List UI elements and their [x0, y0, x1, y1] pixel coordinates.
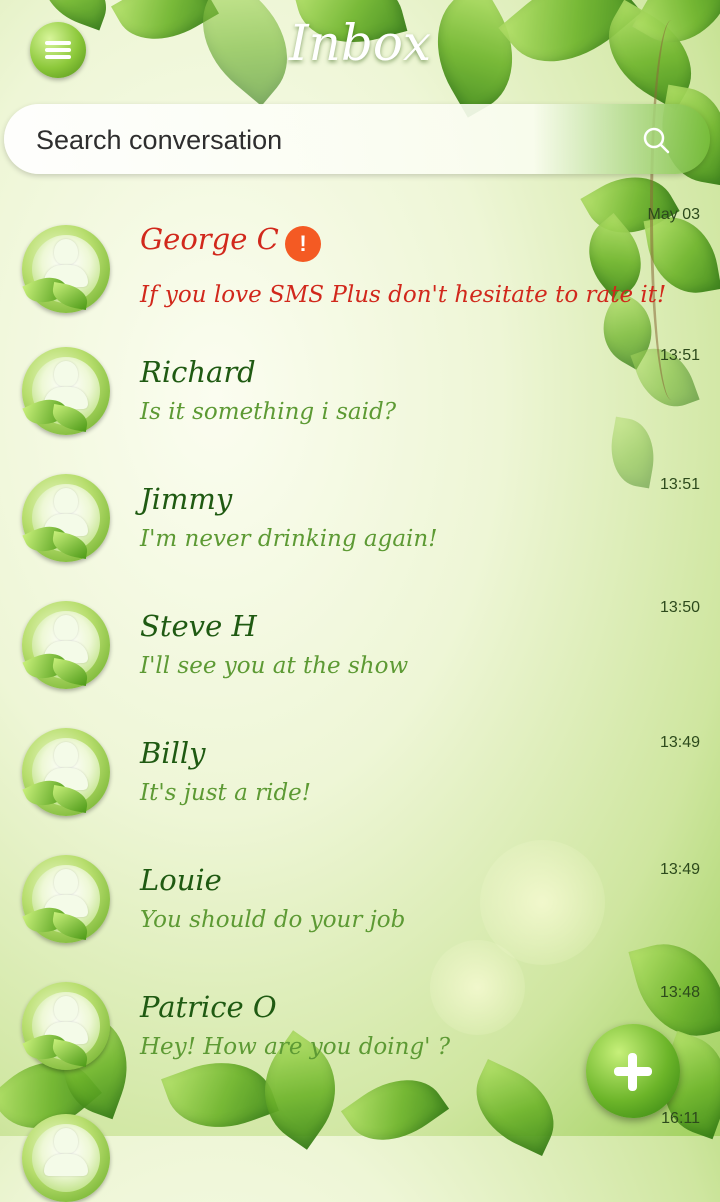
- conversation-time: 13:48: [659, 984, 700, 1001]
- message-preview: I'm never drinking again!: [140, 526, 438, 552]
- alert-icon: !: [285, 226, 321, 262]
- conversation-row[interactable]: George C If you love SMS Plus don't hesit…: [0, 190, 720, 317]
- message-preview: It's just a ride!: [140, 780, 312, 806]
- contact-person-icon: [54, 615, 78, 641]
- contact-name: Louie: [140, 863, 222, 897]
- page-title: Inbox: [288, 14, 432, 72]
- conversation-time: 13:49: [659, 861, 700, 878]
- conversation-row[interactable]: Billy It's just a ride! 13:49: [0, 698, 720, 825]
- new-message-button[interactable]: [586, 1024, 680, 1118]
- conversation-time: May 03: [647, 206, 700, 223]
- conversation-time: 16:11: [661, 1110, 700, 1127]
- avatar[interactable]: [22, 855, 110, 943]
- avatar[interactable]: [22, 225, 110, 313]
- contact-name: George C: [140, 222, 279, 256]
- message-preview: Is it something i said?: [140, 399, 397, 425]
- message-preview: If you love SMS Plus don't hesitate to r…: [140, 282, 667, 308]
- avatar[interactable]: [22, 601, 110, 689]
- conversation-time: 13:50: [659, 599, 700, 616]
- avatar[interactable]: [22, 728, 110, 816]
- conversation-row[interactable]: Louie You should do your job 13:49: [0, 825, 720, 952]
- search-input[interactable]: [34, 118, 598, 162]
- message-preview: You should do your job: [140, 907, 406, 933]
- conversation-row[interactable]: Jimmy I'm never drinking again! 13:51: [0, 444, 720, 571]
- search-icon[interactable]: [642, 126, 670, 154]
- message-preview: Hey! How are you doing' ?: [140, 1034, 451, 1060]
- conversation-time: 13:51: [659, 476, 700, 493]
- contact-person-icon: [54, 361, 78, 387]
- contact-name: Steve H: [140, 609, 257, 643]
- search-bar[interactable]: [4, 104, 710, 174]
- contact-name: Richard: [140, 355, 256, 389]
- contact-person-icon: [54, 239, 78, 265]
- avatar[interactable]: [22, 474, 110, 562]
- contact-person-icon: [54, 742, 78, 768]
- contact-name: Patrice O: [140, 990, 277, 1024]
- contact-name: Billy: [140, 736, 206, 770]
- contact-name: Jimmy: [140, 482, 233, 516]
- avatar[interactable]: [22, 347, 110, 435]
- contact-person-icon: [54, 488, 78, 514]
- avatar[interactable]: [22, 1114, 110, 1202]
- conversation-row[interactable]: Steve H I'll see you at the show 13:50: [0, 571, 720, 698]
- conversation-time: 13:49: [659, 734, 700, 751]
- message-preview: I'll see you at the show: [140, 653, 409, 679]
- avatar[interactable]: [22, 982, 110, 1070]
- conversation-time: 13:51: [659, 347, 700, 364]
- contact-person-icon: [54, 869, 78, 895]
- conversation-row[interactable]: Richard Is it something i said? 13:51: [0, 317, 720, 444]
- contact-person-icon: [54, 996, 78, 1022]
